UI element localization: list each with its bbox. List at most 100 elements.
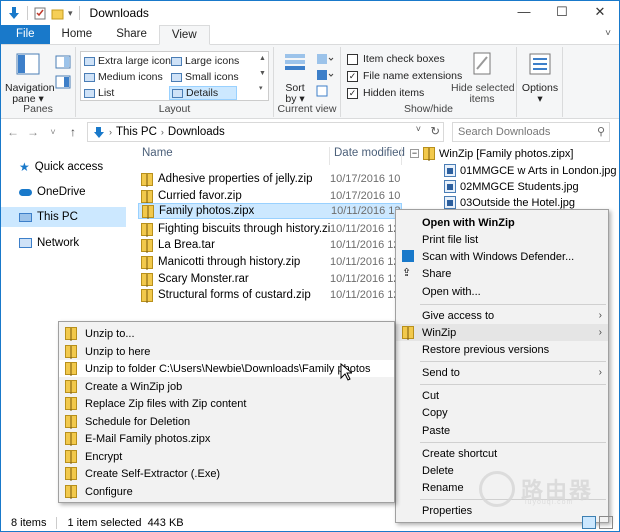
add-columns-icon[interactable] (316, 69, 334, 81)
file-row[interactable]: Adhesive properties of jelly.zip 10/17/20… (138, 171, 402, 187)
nav-item-network[interactable]: Network (1, 233, 126, 253)
refresh-icon[interactable]: ↻ (430, 124, 440, 138)
sort-by-button[interactable]: Sort by ▾ (280, 51, 310, 105)
submenu-item-schedule-deletion[interactable]: Schedule for Deletion (59, 413, 394, 430)
item-check-boxes-toggle[interactable]: Item check boxes (347, 53, 445, 65)
column-divider[interactable] (329, 147, 330, 165)
up-arrow-icon[interactable]: ↑ (65, 125, 81, 139)
breadcrumb-separator-icon[interactable]: › (109, 127, 112, 137)
column-divider[interactable] (401, 147, 402, 165)
submenu-item-self-extractor[interactable]: Create Self-Extractor (.Exe) (59, 465, 394, 482)
details-view-icon[interactable] (582, 516, 596, 529)
layout-small-icons[interactable]: Small icons (171, 71, 239, 83)
hidden-items-toggle[interactable]: ✓ Hidden items (347, 87, 424, 99)
submenu-item-encrypt[interactable]: Encrypt (59, 448, 394, 465)
forward-arrow-icon[interactable]: → (25, 125, 41, 139)
properties-icon[interactable] (34, 7, 47, 20)
menu-item-open-with[interactable]: Open with... (396, 283, 608, 300)
submenu-item-unzip-to[interactable]: Unzip to... (59, 325, 394, 342)
options-button[interactable]: Options ▾ (521, 51, 559, 105)
tree-item[interactable]: 03Outside the Hotel.jpg (444, 196, 575, 209)
address-dropdown-chevron-icon[interactable]: ˅ (416, 124, 421, 134)
nav-item-quick-access[interactable]: ★ Quick access (1, 157, 126, 177)
layout-list[interactable]: List (84, 87, 114, 99)
back-arrow-icon[interactable]: ← (5, 125, 21, 139)
file-row[interactable]: Manicotti through history.zip 10/11/2016 … (138, 254, 402, 270)
navigation-pane-button[interactable]: Navigation pane ▾ (5, 51, 55, 105)
menu-item-paste[interactable]: Paste (396, 422, 608, 439)
search-input[interactable]: Search Downloads ⚲ (452, 122, 610, 142)
file-name-extensions-toggle[interactable]: ✓ File name extensions (347, 70, 462, 82)
menu-item-share[interactable]: ⇪ Share (396, 265, 608, 282)
layout-large-icons[interactable]: Large icons (171, 55, 239, 67)
breadcrumb-separator-icon[interactable]: › (161, 127, 164, 137)
layout-label: Medium icons (98, 71, 163, 83)
menu-item-cut[interactable]: Cut (396, 387, 608, 404)
tree-root[interactable]: − WinZip [Family photos.zipx] (410, 147, 574, 161)
checkbox-checked[interactable]: ✓ (347, 87, 358, 99)
tab-home[interactable]: Home (50, 25, 105, 44)
menu-item-give-access[interactable]: Give access to › (396, 307, 608, 324)
large-icons-view-icon[interactable] (599, 516, 613, 529)
hide-selected-items-button[interactable]: Hide selected items (451, 51, 515, 105)
menu-item-label: Encrypt (85, 450, 123, 463)
details-pane-icon[interactable] (55, 75, 71, 89)
file-row[interactable]: Fighting biscuits through history.zip 10/… (138, 221, 402, 237)
menu-item-label: Unzip to... (85, 327, 135, 340)
preview-pane-icon[interactable] (55, 55, 71, 69)
group-by-icon[interactable] (316, 53, 334, 65)
tab-file[interactable]: File (1, 25, 50, 44)
menu-item-restore-previous[interactable]: Restore previous versions (396, 341, 608, 358)
tree-item[interactable]: 01MMGCE w Arts in London.jpg (444, 164, 617, 177)
submenu-item-replace-zip[interactable]: Replace Zip files with Zip content (59, 395, 394, 412)
customize-qa-chevron-icon[interactable]: ▾ (68, 8, 73, 19)
new-folder-icon[interactable] (51, 7, 64, 20)
submenu-item-email[interactable]: E-Mail Family photos.zipx (59, 430, 394, 447)
menu-item-print-file-list[interactable]: Print file list (396, 231, 608, 248)
nav-item-onedrive[interactable]: OneDrive (1, 182, 126, 202)
tree-item[interactable]: 02MMGCE Students.jpg (444, 180, 579, 193)
submenu-item-unzip-here[interactable]: Unzip to here (59, 343, 394, 360)
breadcrumb-this-pc[interactable]: This PC (116, 126, 157, 138)
layout-scroll-icon[interactable]: ▲ ▼ ▾ (259, 51, 266, 96)
size-columns-icon[interactable] (316, 85, 334, 97)
tab-share[interactable]: Share (104, 25, 159, 44)
menu-item-open-with-winzip[interactable]: Open with WinZip (396, 214, 608, 231)
menu-item-scan-defender[interactable]: Scan with Windows Defender... (396, 248, 608, 265)
tree-root-label: WinZip [Family photos.zipx] (439, 147, 574, 160)
ribbon-collapse-chevron-icon[interactable]: ˅ (605, 28, 611, 39)
file-row[interactable]: Curried favor.zip 10/17/2016 10:19 (138, 188, 402, 204)
search-icon[interactable]: ⚲ (597, 123, 605, 141)
file-row[interactable]: La Brea.tar 10/11/2016 12:1 (138, 237, 402, 253)
checkbox-unchecked[interactable] (347, 53, 358, 65)
file-name: Family photos.zipx (159, 205, 255, 217)
submenu-arrow-icon: › (598, 367, 602, 378)
address-bar[interactable]: › This PC › Downloads ˅ ↻ (87, 122, 444, 142)
menu-item-copy[interactable]: Copy (396, 404, 608, 421)
maximize-button[interactable]: ☐ (543, 1, 581, 25)
menu-item-winzip[interactable]: WinZip › (396, 324, 608, 341)
column-header-date[interactable]: Date modified (334, 147, 405, 159)
layout-medium-icons[interactable]: Medium icons (84, 71, 163, 83)
menu-item-create-shortcut[interactable]: Create shortcut (396, 445, 608, 462)
column-header-name[interactable]: Name (142, 147, 173, 159)
file-row[interactable]: Scary Monster.rar 10/11/2016 12:1 (138, 271, 402, 287)
close-button[interactable]: ✕ (581, 1, 619, 25)
minimize-button[interactable]: — (505, 1, 543, 25)
checkbox-checked[interactable]: ✓ (347, 70, 358, 82)
file-date: 10/11/2016 12:1 (330, 239, 400, 251)
tab-view[interactable]: View (158, 25, 210, 45)
menu-item-send-to[interactable]: Send to › (396, 364, 608, 381)
layout-details[interactable]: Details (169, 86, 238, 100)
layout-extra-large-icons[interactable]: Extra large icons (84, 55, 176, 67)
file-row-selected[interactable]: Family photos.zipx 10/11/2016 12:1 (138, 203, 402, 219)
nav-item-this-pc[interactable]: This PC (1, 207, 126, 227)
breadcrumb-downloads[interactable]: Downloads (168, 126, 225, 138)
collapse-minus-icon[interactable]: − (410, 149, 419, 158)
recent-locations-chevron-icon[interactable]: ˅ (45, 127, 61, 137)
file-row[interactable]: Structural forms of custard.zip 10/11/201… (138, 287, 402, 303)
menu-item-label: Scan with Windows Defender... (422, 250, 575, 263)
submenu-item-configure[interactable]: Configure (59, 483, 394, 500)
divider (56, 516, 58, 529)
computer-icon (19, 212, 32, 222)
